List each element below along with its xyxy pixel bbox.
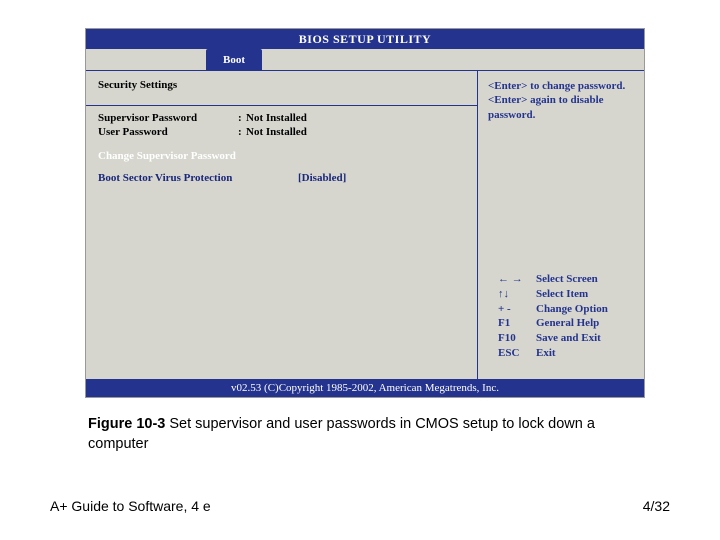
key-select-screen: ← →Select Screen	[498, 272, 624, 287]
help-text-1: <Enter> to change password.	[488, 79, 634, 93]
figure-label: Figure 10-3	[88, 416, 165, 432]
tab-boot-label: Boot	[223, 54, 245, 66]
row-label: Supervisor Password	[98, 112, 238, 124]
figure-caption: Figure 10-3 Set supervisor and user pass…	[88, 415, 648, 454]
divider	[86, 105, 477, 106]
key-change-option: + -Change Option	[498, 302, 624, 317]
row-value: Not Installed	[246, 112, 307, 124]
section-heading: Security Settings	[98, 79, 465, 97]
bios-tabs: Boot	[86, 49, 644, 71]
bios-title-bar: BIOS SETUP UTILITY	[86, 29, 644, 49]
bios-window: BIOS SETUP UTILITY Boot Security Setting…	[85, 28, 645, 398]
footer-page-number: 4/32	[643, 498, 670, 514]
key-select-item: ↑↓Select Item	[498, 287, 624, 302]
bios-copyright: v02.53 (C)Copyright 1985-2002, American …	[86, 379, 644, 397]
figure-text: Set supervisor and user passwords in CMO…	[88, 416, 595, 452]
row-value: [Disabled]	[298, 172, 346, 184]
row-label: User Password	[98, 126, 238, 138]
bios-help-panel: <Enter> to change password. <Enter> agai…	[478, 71, 644, 379]
row-user-password[interactable]: User Password : Not Installed	[98, 126, 465, 138]
bios-title: BIOS SETUP UTILITY	[299, 32, 431, 47]
footer-book-title: A+ Guide to Software, 4 e	[50, 498, 211, 514]
tab-boot[interactable]: Boot	[206, 49, 262, 71]
row-value: Not Installed	[246, 126, 307, 138]
key-save-exit: F10Save and Exit	[498, 331, 624, 346]
key-general-help: F1General Help	[498, 316, 624, 331]
help-text-2: <Enter> again to disable password.	[488, 93, 634, 122]
row-change-supervisor-password[interactable]: Change Supervisor Password	[98, 150, 465, 162]
row-boot-sector-virus[interactable]: Boot Sector Virus Protection [Disabled]	[98, 172, 465, 184]
key-exit: ESCExit	[498, 346, 624, 361]
key-legend: ← →Select Screen ↑↓Select Item + -Change…	[488, 272, 634, 361]
row-label: Boot Sector Virus Protection	[98, 172, 298, 184]
row-supervisor-password[interactable]: Supervisor Password : Not Installed	[98, 112, 465, 124]
bios-main-panel: Security Settings Supervisor Password : …	[86, 71, 478, 379]
